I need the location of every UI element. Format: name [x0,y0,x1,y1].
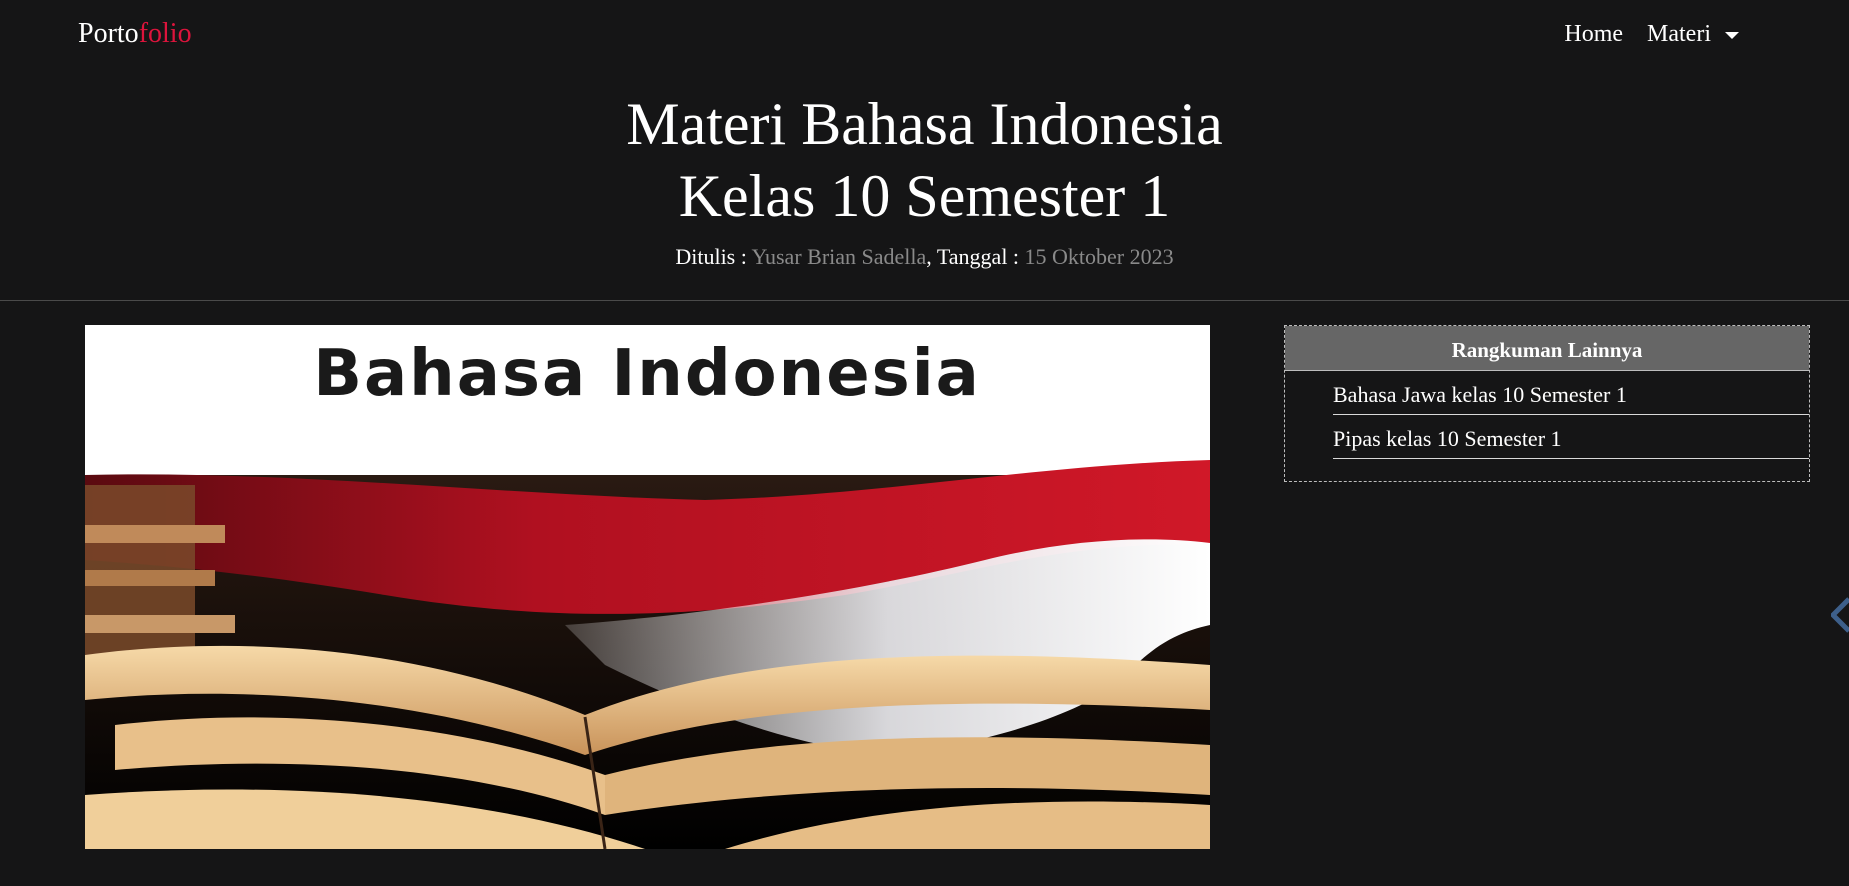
date-label: Tanggal : [936,244,1020,269]
nav-link-home-label: Home [1564,21,1624,47]
featured-image: Bahasa Indonesia [85,325,1210,849]
post-meta: Ditulis : Yusar Brian Sadella, Tanggal :… [0,244,1849,270]
featured-image-graphic: Bahasa Indonesia [85,325,1210,849]
written-label: Ditulis : [675,244,747,269]
page-title-line2: Kelas 10 Semester 1 [678,163,1171,229]
caret-down-icon [1725,32,1739,39]
featured-image-title: Bahasa Indonesia [313,337,981,411]
brand-text-accent: folio [138,18,192,49]
header-divider [0,300,1849,301]
nav-links: Home Materi [1540,21,1739,48]
author-name: Yusar Brian Sadella [751,244,927,269]
navbar: Portofolio Home Materi [0,0,1849,72]
meta-separator: , [926,244,932,269]
nav-dropdown-materi[interactable]: Materi [1647,21,1739,48]
sidebar-list: Bahasa Jawa kelas 10 Semester 1 Pipas ke… [1285,371,1809,481]
page-title-line1: Materi Bahasa Indonesia [626,91,1223,157]
brand-text-main: Porto [78,18,139,49]
scroll-arrow-icon[interactable] [1831,595,1849,635]
sidebar-rangkuman: Rangkuman Lainnya Bahasa Jawa kelas 10 S… [1284,325,1810,482]
page-title: Materi Bahasa Indonesia Kelas 10 Semeste… [0,88,1849,232]
brand-logo[interactable]: Portofolio [78,18,192,50]
sidebar-link-pipas[interactable]: Pipas kelas 10 Semester 1 [1333,415,1809,459]
nav-dropdown-materi-label: Materi [1647,21,1711,47]
hero: Materi Bahasa Indonesia Kelas 10 Semeste… [0,88,1849,270]
post-date: 15 Oktober 2023 [1024,244,1174,269]
sidebar-link-bahasa-jawa[interactable]: Bahasa Jawa kelas 10 Semester 1 [1333,371,1809,415]
nav-link-home[interactable]: Home [1564,21,1623,48]
sidebar-header: Rangkuman Lainnya [1285,326,1809,371]
